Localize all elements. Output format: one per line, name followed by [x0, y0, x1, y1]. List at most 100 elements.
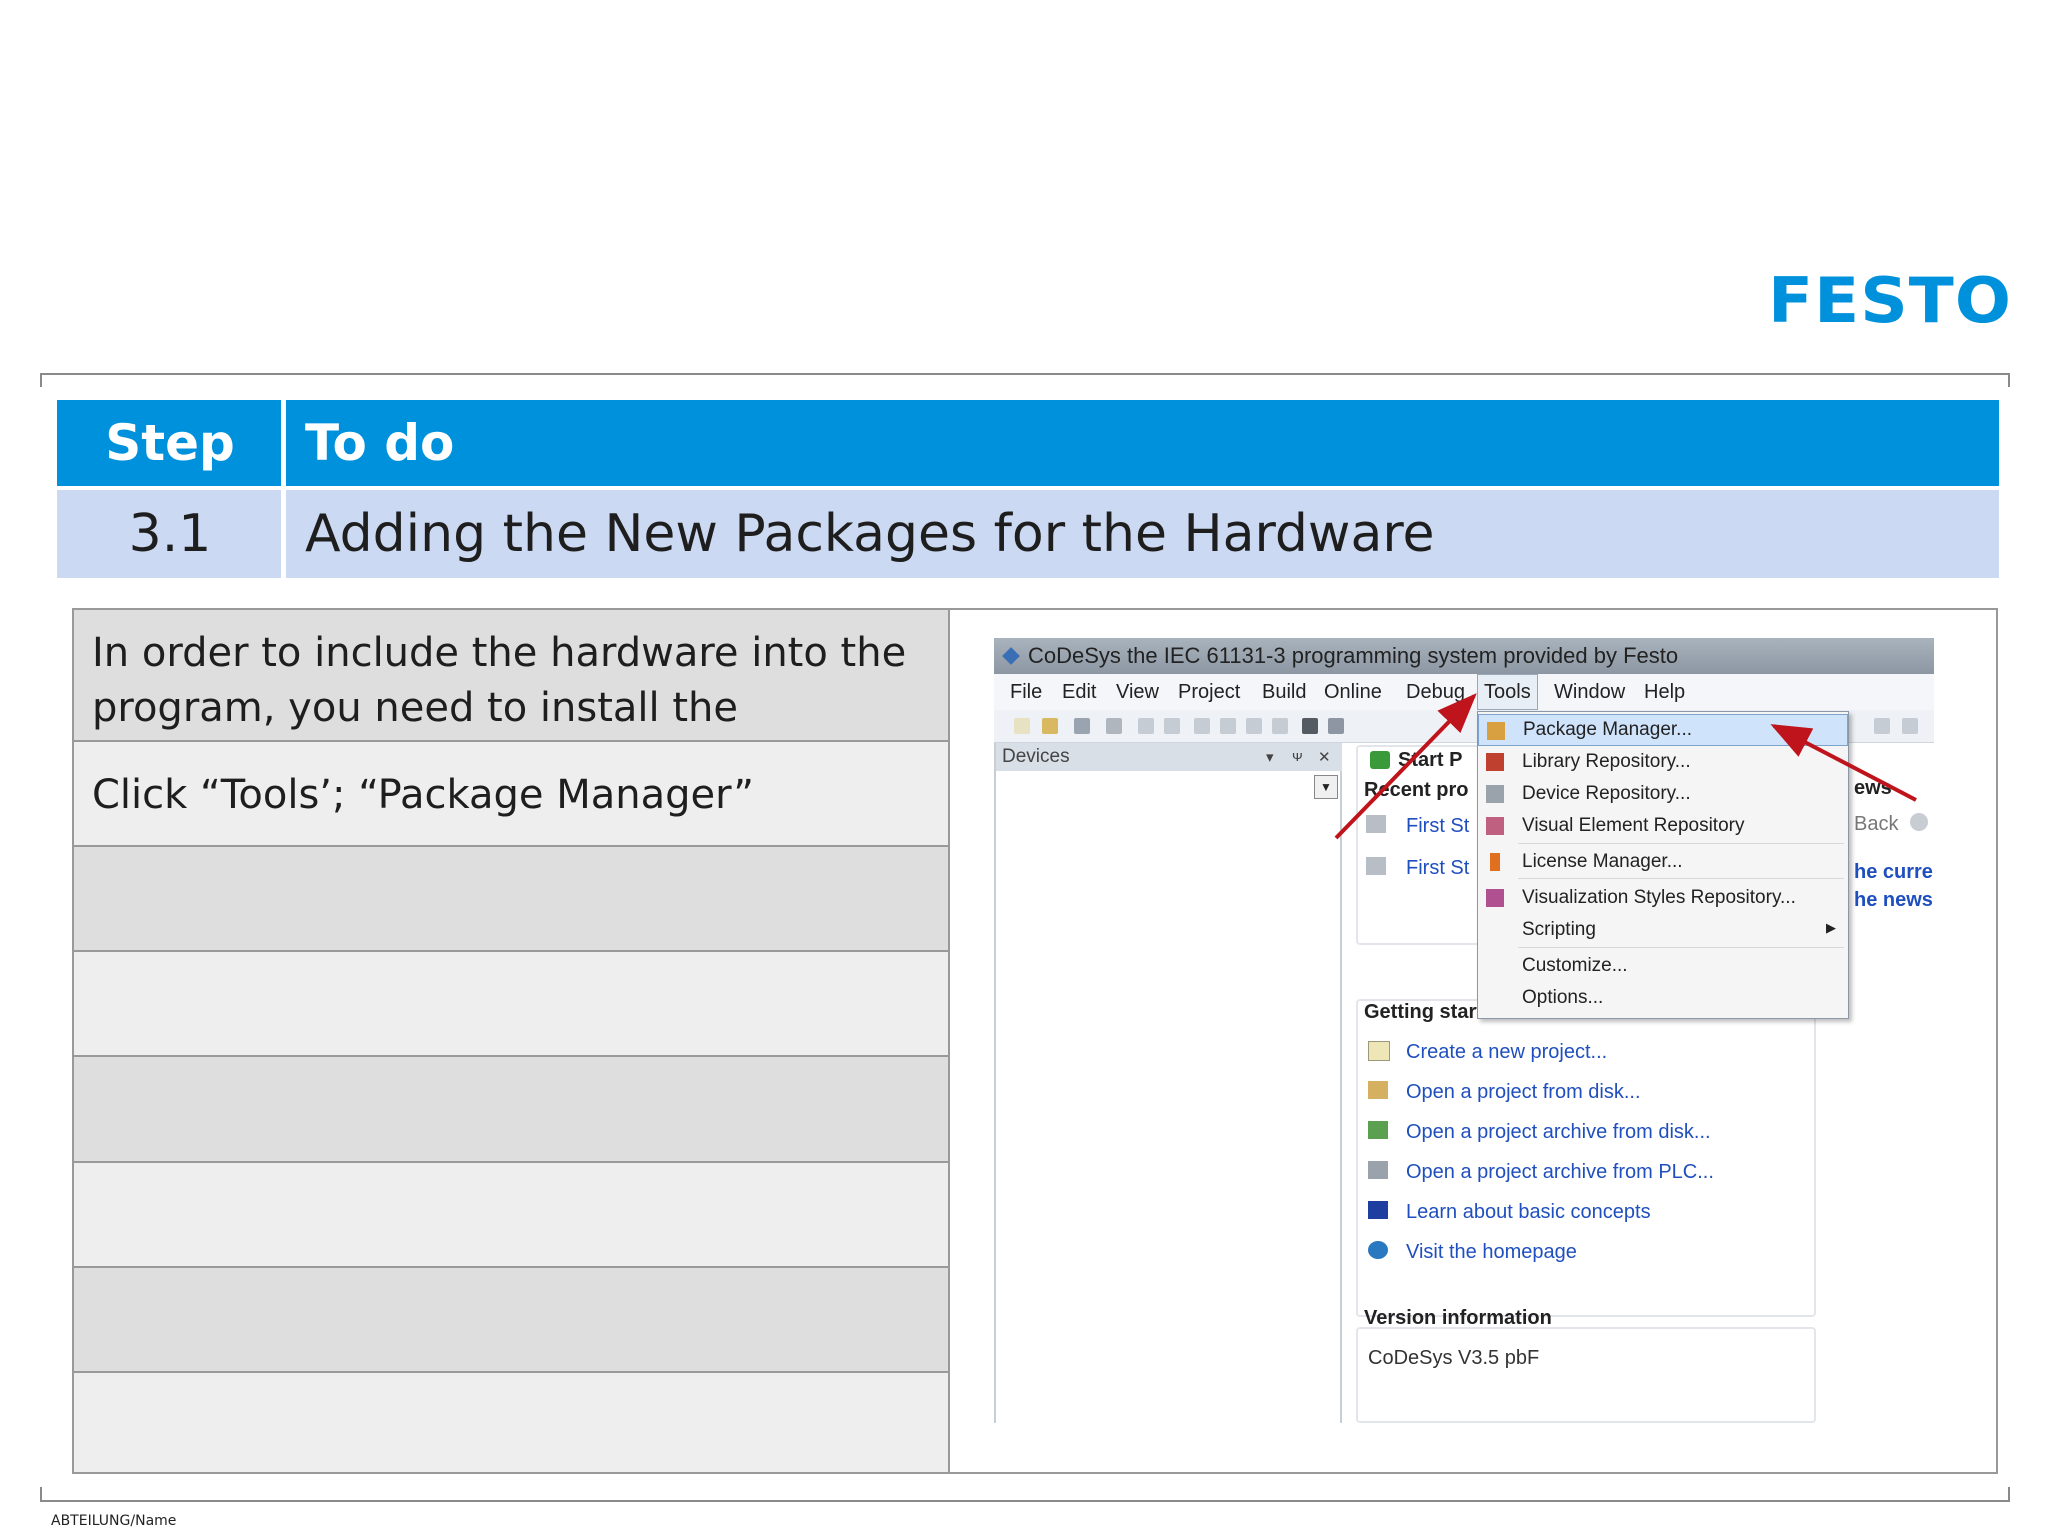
package-icon — [1487, 722, 1505, 740]
recent-project-link[interactable]: First St — [1406, 857, 1469, 880]
header-divider — [281, 400, 286, 486]
open-folder-icon — [1366, 815, 1386, 833]
undo-icon[interactable] — [1138, 718, 1154, 734]
devices-dropdown-button[interactable]: ▼ — [1314, 775, 1338, 799]
version-frame — [1356, 1327, 1816, 1423]
menu-edit[interactable]: Edit — [1062, 674, 1096, 710]
instruction-row — [74, 952, 948, 1057]
panel-pin-icon[interactable]: ᴪ — [1292, 748, 1303, 765]
open-project-link[interactable]: Open a project from disk... — [1406, 1081, 1641, 1104]
instruction-row — [74, 1163, 948, 1268]
menu-item-label: Package Manager... — [1523, 719, 1692, 740]
menu-item-device-repository[interactable]: Device Repository... — [1478, 778, 1848, 810]
recent-project-link[interactable]: First St — [1406, 815, 1469, 838]
forward-icon[interactable] — [1910, 813, 1928, 831]
menu-window[interactable]: Window — [1554, 674, 1625, 710]
step-number: 3.1 — [128, 504, 212, 564]
replace-icon[interactable] — [1328, 718, 1344, 734]
bottom-rule — [40, 1500, 2010, 1502]
redo-icon[interactable] — [1164, 718, 1180, 734]
save-icon[interactable] — [1074, 718, 1090, 734]
festo-logo: FESTO — [1768, 270, 2012, 330]
help-icon — [1368, 1201, 1388, 1219]
learn-concepts-link[interactable]: Learn about basic concepts — [1406, 1201, 1651, 1224]
menu-item-visual-element-repository[interactable]: Visual Element Repository — [1478, 810, 1848, 842]
menu-item-label: Visual Element Repository — [1522, 815, 1745, 836]
device-icon — [1486, 785, 1504, 803]
menu-item-library-repository[interactable]: Library Repository... — [1478, 746, 1848, 778]
find-icon[interactable] — [1302, 718, 1318, 734]
news-heading: ews — [1854, 777, 1892, 799]
top-rule-right-tick — [2008, 373, 2010, 387]
menu-item-label: Customize... — [1522, 955, 1628, 976]
instruction-row — [74, 1373, 948, 1472]
toolbar-icon[interactable] — [1874, 718, 1890, 734]
copy-icon[interactable] — [1220, 718, 1236, 734]
codesys-screenshot: CoDeSys the IEC 61131-3 programming syst… — [994, 638, 1934, 1423]
menu-view[interactable]: View — [1116, 674, 1159, 710]
step-header-row: Step To do — [57, 400, 1999, 486]
styles-icon — [1486, 889, 1504, 907]
homepage-link[interactable]: Visit the homepage — [1406, 1241, 1577, 1264]
menu-separator — [1518, 878, 1844, 879]
instruction-column: In order to include the hardware into th… — [74, 610, 950, 1472]
print-icon[interactable] — [1106, 718, 1122, 734]
devices-title: Devices — [1002, 746, 1070, 767]
menu-item-label: Scripting — [1522, 919, 1596, 940]
open-folder-icon — [1366, 857, 1386, 875]
panel-close-icon[interactable]: ✕ — [1318, 748, 1331, 766]
menu-item-customize[interactable]: Customize... — [1478, 950, 1848, 982]
menu-item-label: Library Repository... — [1522, 751, 1691, 772]
open-folder-icon[interactable] — [1042, 718, 1058, 734]
toolbar-icon[interactable] — [1902, 718, 1918, 734]
back-button[interactable]: Back — [1854, 813, 1898, 836]
menu-item-visualization-styles[interactable]: Visualization Styles Repository... — [1478, 882, 1848, 914]
menu-item-scripting[interactable]: Scripting ▶ — [1478, 914, 1848, 946]
instruction-row: In order to include the hardware into th… — [74, 610, 948, 786]
menu-online[interactable]: Online — [1324, 674, 1382, 710]
library-icon — [1486, 753, 1504, 771]
start-page-icon — [1370, 751, 1390, 769]
menu-item-label: Visualization Styles Repository... — [1522, 887, 1796, 908]
delete-icon[interactable] — [1272, 718, 1288, 734]
new-file-icon[interactable] — [1014, 718, 1030, 734]
version-value: CoDeSys V3.5 pbF — [1368, 1347, 1540, 1369]
step-title: Adding the New Packages for the Hardware — [305, 504, 1435, 564]
instruction-row — [74, 1057, 948, 1163]
menu-item-license-manager[interactable]: License Manager... — [1478, 846, 1848, 878]
version-heading: Version information — [1364, 1307, 1552, 1329]
codesys-app-icon — [1002, 647, 1020, 665]
open-archive-icon — [1368, 1121, 1388, 1139]
cut-icon[interactable] — [1194, 718, 1210, 734]
plc-icon — [1368, 1161, 1388, 1179]
step-row-divider — [281, 490, 286, 578]
news-line: he news i — [1854, 889, 1934, 911]
start-page-tab[interactable]: Start P — [1398, 749, 1462, 772]
footer-department: ABTEILUNG/Name — [51, 1513, 177, 1529]
top-rule-left-tick — [40, 373, 42, 387]
open-plc-archive-link[interactable]: Open a project archive from PLC... — [1406, 1161, 1714, 1184]
menu-help[interactable]: Help — [1644, 674, 1685, 710]
visual-element-icon — [1486, 817, 1504, 835]
menu-item-options[interactable]: Options... — [1478, 982, 1848, 1014]
new-project-icon — [1368, 1041, 1390, 1061]
devices-panel: Devices ▾ ᴪ ✕ ▼ — [994, 743, 1342, 1423]
menu-debug[interactable]: Debug — [1406, 674, 1465, 710]
menu-separator — [1518, 947, 1844, 948]
menu-item-package-manager[interactable]: Package Manager... — [1478, 714, 1848, 746]
menu-project[interactable]: Project — [1178, 674, 1240, 710]
menu-file[interactable]: File — [1010, 674, 1042, 710]
create-project-link[interactable]: Create a new project... — [1406, 1041, 1607, 1064]
top-rule — [40, 373, 2010, 375]
panel-dropdown-icon[interactable]: ▾ — [1266, 748, 1274, 766]
menu-tools[interactable]: Tools — [1477, 674, 1538, 710]
window-title: CoDeSys the IEC 61131-3 programming syst… — [1028, 643, 1679, 668]
globe-icon — [1368, 1241, 1388, 1259]
instruction-row — [74, 847, 948, 952]
logo-text: FESTO — [1768, 270, 2012, 330]
menu-separator — [1518, 843, 1844, 844]
menu-build[interactable]: Build — [1262, 674, 1306, 710]
menu-item-label: Device Repository... — [1522, 783, 1691, 804]
open-archive-link[interactable]: Open a project archive from disk... — [1406, 1121, 1711, 1144]
paste-icon[interactable] — [1246, 718, 1262, 734]
